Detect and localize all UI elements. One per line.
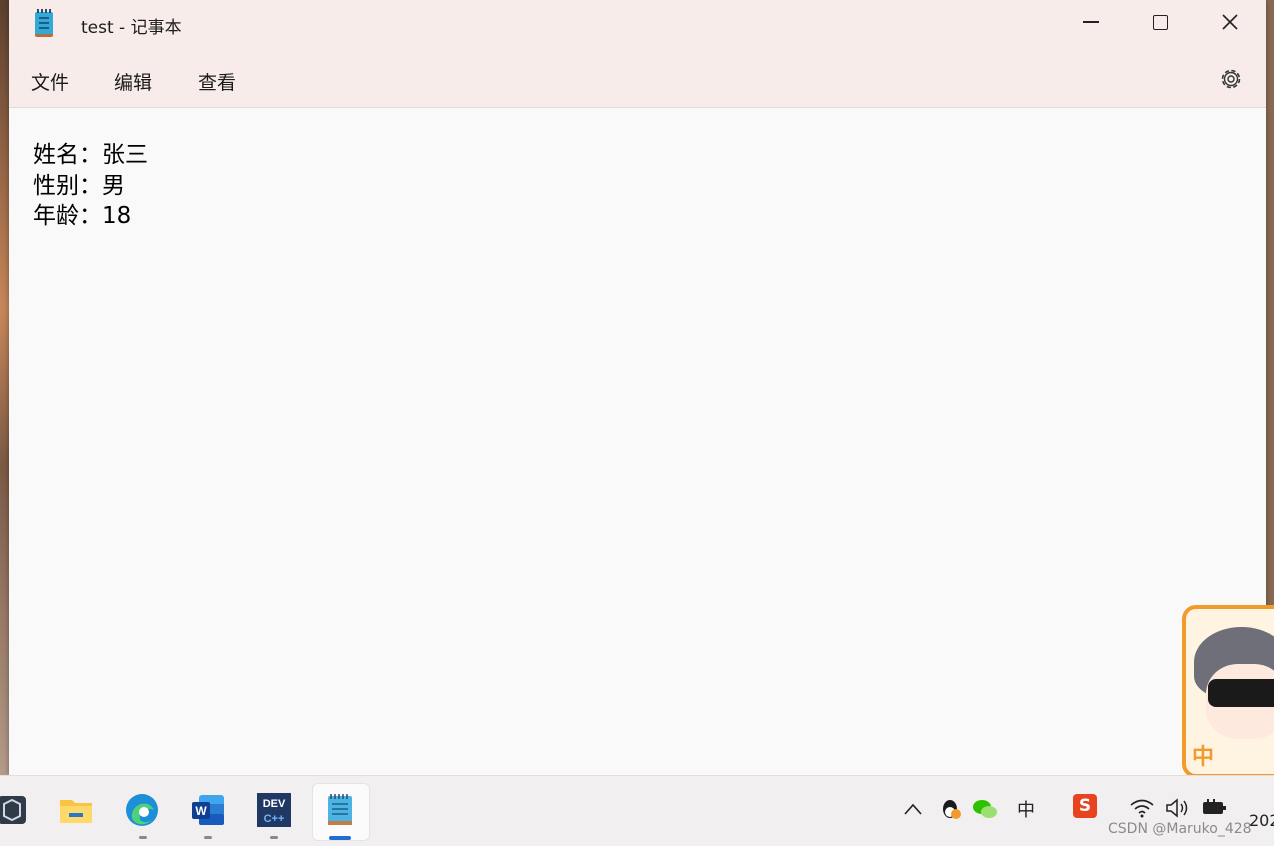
chevron-up-icon[interactable] [903, 802, 923, 816]
notepad-window: test - 记事本 文件 编辑 查看 姓名：张三 性别：男 年龄：18 [9, 0, 1266, 775]
battery-icon[interactable] [1200, 798, 1228, 818]
avatar-sticker: 中 [1182, 605, 1274, 778]
taskbar-indicator [204, 836, 212, 839]
menu-edit[interactable]: 编辑 [110, 66, 156, 97]
csdn-watermark: CSDN @Maruko_428 [1108, 821, 1252, 837]
qq-icon[interactable] [939, 797, 963, 821]
wechat-icon[interactable] [972, 797, 998, 821]
dev-label: DEV [263, 798, 286, 810]
editor-line: 性别：男 [33, 173, 125, 199]
file-explorer-icon[interactable] [58, 792, 94, 828]
menu-bar: 文件 编辑 查看 [9, 52, 1266, 108]
minimize-icon [1083, 21, 1099, 23]
window-title: test - 记事本 [81, 18, 182, 38]
menu-view[interactable]: 查看 [194, 66, 240, 97]
menu-file[interactable]: 文件 [27, 66, 73, 97]
maximize-icon [1152, 14, 1168, 30]
text-editor-area[interactable]: 姓名：张三 性别：男 年龄：18 [9, 108, 1266, 775]
word-icon[interactable]: W [190, 792, 226, 828]
volume-icon[interactable] [1165, 798, 1189, 818]
wifi-icon[interactable] [1129, 798, 1155, 818]
sticker-char: 中 [1192, 745, 1215, 770]
cpp-label: C++ [264, 813, 285, 825]
taskbar: W DEV C++ 中 S CSDN @Maruko_428 20 [0, 775, 1274, 846]
ime-indicator[interactable]: 中 [1017, 796, 1035, 822]
close-button[interactable] [1195, 0, 1265, 44]
editor-line: 姓名：张三 [33, 142, 148, 168]
minimize-button[interactable] [1056, 0, 1126, 44]
edge-icon[interactable] [124, 792, 160, 828]
vmware-icon[interactable] [0, 792, 30, 828]
dev-cpp-icon[interactable]: DEV C++ [256, 792, 292, 828]
title-bar[interactable]: test - 记事本 [9, 0, 1266, 52]
close-icon [1222, 14, 1238, 30]
settings-gear-icon[interactable] [1217, 65, 1245, 93]
maximize-button[interactable] [1125, 0, 1195, 44]
editor-line: 年龄：18 [33, 203, 132, 229]
taskbar-indicator [139, 836, 147, 839]
taskbar-indicator [270, 836, 278, 839]
sogou-ime-icon[interactable]: S [1073, 794, 1097, 818]
clock[interactable]: 202 [1249, 811, 1274, 830]
notepad-icon[interactable] [322, 792, 358, 828]
active-indicator [329, 836, 351, 840]
notepad-app-icon [35, 9, 53, 37]
word-letter: W [195, 804, 207, 818]
